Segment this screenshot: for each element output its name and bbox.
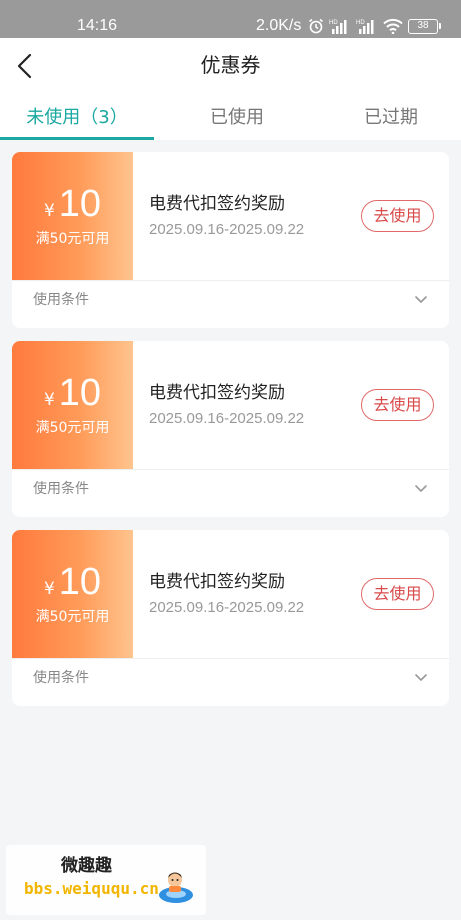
watermark-title: 微趣趣 [61, 856, 112, 876]
tab-unused[interactable]: 未使用（3） [0, 106, 154, 130]
coupon-name: 电费代扣签约奖励 [149, 194, 285, 214]
watermark-url: bbs.weiququ.cn [24, 879, 159, 898]
watermark: 微趣趣 bbs.weiququ.cn [6, 845, 206, 915]
divider [12, 469, 449, 470]
status-bar: 14:16 2.0K/s HD HD 38 [0, 0, 461, 38]
battery-icon: 38 [408, 18, 441, 34]
currency-symbol: ¥ [43, 390, 55, 410]
hd-signal-icon: HD [356, 20, 374, 34]
chevron-down-icon[interactable] [413, 483, 429, 495]
coupon-amount: 10 [58, 183, 102, 225]
coupon-amount: 10 [58, 372, 102, 414]
network-speed: 2.0K/s [256, 17, 302, 34]
tab-bar: 未使用（3） 已使用 已过期 [0, 94, 461, 140]
coupon-amount-panel: ¥ 10 满50元可用 [12, 152, 133, 280]
use-coupon-button[interactable]: 去使用 [361, 578, 434, 610]
coupon-amount-panel: ¥ 10 满50元可用 [12, 530, 133, 658]
hd-signal-icon: HD [329, 20, 347, 34]
tab-expired[interactable]: 已过期 [314, 106, 461, 130]
use-coupon-button[interactable]: 去使用 [361, 200, 434, 232]
coupon-name: 电费代扣签约奖励 [149, 383, 285, 403]
coupon-amount-panel: ¥ 10 满50元可用 [12, 341, 133, 469]
page-title: 优惠券 [200, 53, 261, 77]
coupon-name: 电费代扣签约奖励 [149, 572, 285, 592]
chevron-down-icon[interactable] [413, 672, 429, 684]
coupon-threshold: 满50元可用 [35, 609, 110, 625]
coupon-card: ¥ 10 满50元可用 电费代扣签约奖励 2025.09.16-2025.09.… [12, 341, 449, 517]
wifi-icon [383, 18, 403, 34]
coupon-validity: 2025.09.16-2025.09.22 [149, 221, 305, 238]
alarm-icon [309, 18, 323, 34]
battery-level: 38 [417, 19, 429, 31]
currency-symbol: ¥ [43, 579, 55, 599]
coupon-card: ¥ 10 满50元可用 电费代扣签约奖励 2025.09.16-2025.09.… [12, 152, 449, 328]
coupon-card: ¥ 10 满50元可用 电费代扣签约奖励 2025.09.16-2025.09.… [12, 530, 449, 706]
status-time: 14:16 [77, 17, 118, 34]
mascot-icon [159, 872, 193, 903]
use-coupon-button[interactable]: 去使用 [361, 389, 434, 421]
coupon-validity: 2025.09.16-2025.09.22 [149, 599, 305, 616]
coupon-threshold: 满50元可用 [35, 420, 110, 436]
active-tab-indicator [0, 137, 154, 140]
currency-symbol: ¥ [43, 201, 55, 221]
tab-used[interactable]: 已使用 [160, 106, 314, 130]
usage-conditions-toggle[interactable]: 使用条件 [33, 290, 89, 310]
chevron-down-icon[interactable] [413, 294, 429, 306]
status-icons: HD HD 38 [308, 18, 441, 34]
usage-conditions-toggle[interactable]: 使用条件 [33, 479, 89, 499]
header: 优惠券 [0, 38, 461, 94]
usage-conditions-toggle[interactable]: 使用条件 [33, 668, 89, 688]
coupon-amount: 10 [58, 561, 102, 603]
svg-text:HD: HD [356, 20, 365, 26]
svg-text:HD: HD [329, 20, 338, 26]
coupon-threshold: 满50元可用 [35, 231, 110, 247]
divider [12, 280, 449, 281]
divider [12, 658, 449, 659]
coupon-validity: 2025.09.16-2025.09.22 [149, 410, 305, 427]
